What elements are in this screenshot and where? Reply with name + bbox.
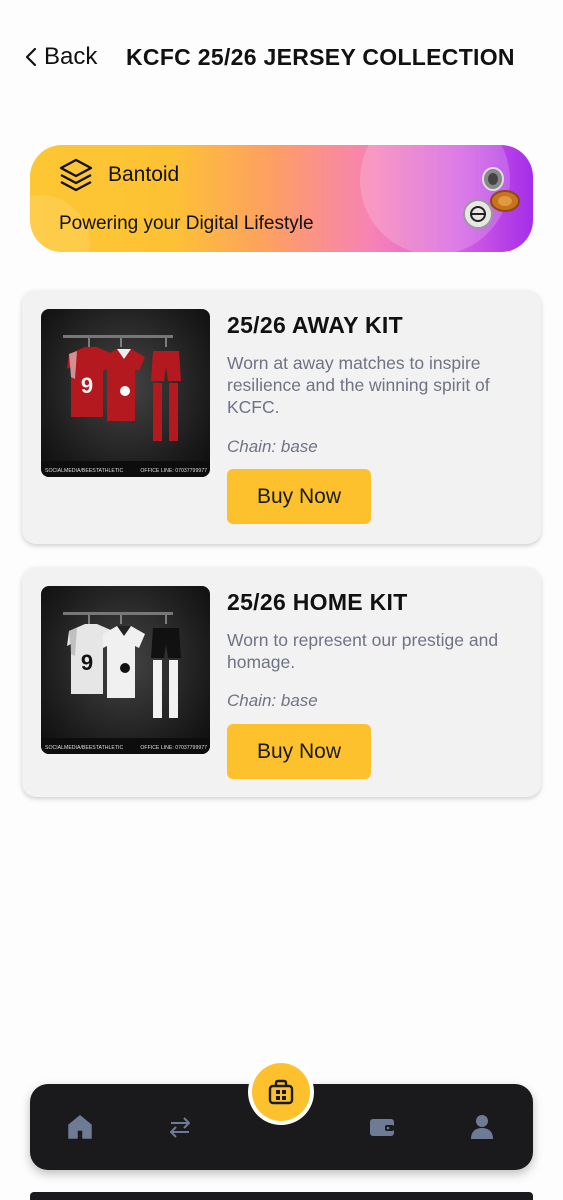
jersey-number: 9: [81, 650, 93, 675]
nav-home[interactable]: [65, 1112, 95, 1142]
image-footer-left: SOCIALMEDIA/BEESTATHLETIC: [45, 745, 123, 751]
brand-name: Bantoid: [108, 163, 180, 186]
jersey-number: 9: [81, 373, 93, 398]
nav-shop-button[interactable]: [248, 1059, 314, 1125]
profile-icon: [471, 1115, 493, 1139]
image-footer-right: OFFICE LINE: 07037799977: [140, 468, 207, 474]
product-title: 25/26 HOME KIT: [227, 589, 408, 615]
product-description: Worn at away matches to inspire resilien…: [227, 353, 490, 417]
swap-icon: [170, 1117, 190, 1138]
product-image: 9 SOCIALMEDIA/BEESTATHLETIC OFFICE LINE:…: [41, 586, 210, 754]
shop-button-inner: [252, 1063, 310, 1121]
layers-icon: [59, 158, 93, 192]
nav-profile[interactable]: [467, 1112, 497, 1142]
chevron-left-icon: [25, 47, 37, 67]
back-button[interactable]: Back: [24, 40, 97, 74]
wallet-icon: [370, 1119, 394, 1136]
banner-tagline: Powering your Digital Lifestyle: [59, 213, 314, 234]
promo-banner[interactable]: Bantoid Powering your Digital Lifestyle: [30, 145, 533, 252]
product-chain: Chain: base: [227, 691, 318, 710]
image-footer-left: SOCIALMEDIA/BEESTATHLETIC: [45, 468, 123, 474]
top-header: Back KCFC 25/26 JERSEY COLLECTION: [0, 0, 563, 112]
buy-now-button[interactable]: Buy Now: [227, 469, 371, 524]
page-title: KCFC 25/26 JERSEY COLLECTION: [126, 43, 515, 70]
product-card[interactable]: 9 SOCIALMEDIA/BEESTATHLETIC OFFICE LINE:…: [22, 567, 541, 797]
coins-icon: [463, 167, 520, 229]
product-image: 9 SOCIALMEDIA/BEESTATHLETIC OFFICE LINE:…: [41, 309, 210, 477]
back-label: Back: [44, 43, 98, 70]
nav-wallet[interactable]: [367, 1112, 397, 1142]
jersey-illustration: 9 SOCIALMEDIA/BEESTATHLETIC OFFICE LINE:…: [41, 612, 210, 754]
product-title: 25/26 AWAY KIT: [227, 312, 403, 338]
product-card[interactable]: 9 SOCIALMEDIA/BEESTATHLETIC OFFICE LINE:…: [22, 290, 541, 544]
nav-shadow-bar: [30, 1192, 533, 1200]
image-footer-right: OFFICE LINE: 07037799977: [140, 745, 207, 751]
brand-row: Bantoid: [58, 157, 179, 193]
shop-icon: [268, 1079, 294, 1105]
product-description: Worn to represent our prestige and homag…: [227, 630, 499, 672]
nav-swap[interactable]: [165, 1112, 195, 1142]
home-icon: [68, 1115, 92, 1139]
product-chain: Chain: base: [227, 437, 318, 456]
jersey-illustration: 9 SOCIALMEDIA/BEESTATHLETIC OFFICE LINE:…: [41, 335, 210, 477]
buy-now-button[interactable]: Buy Now: [227, 724, 371, 779]
